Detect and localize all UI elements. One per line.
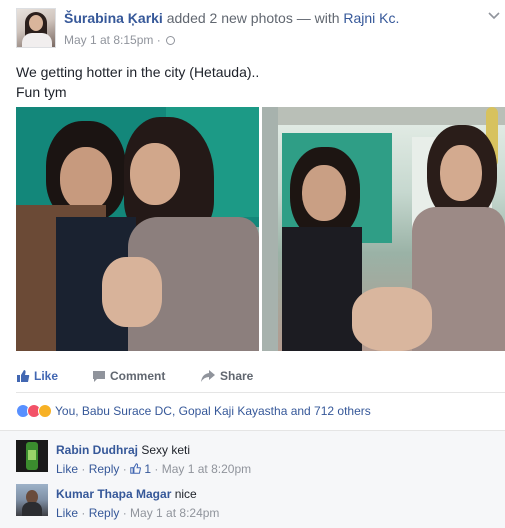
comment-2-actions: Like · Reply · May 1 at 8:24pm <box>56 506 220 520</box>
post-header: Šurabina Ķarki added 2 new photos — with… <box>64 10 399 26</box>
comment-1: Rabin Dudhraj Sexy keti <box>56 443 190 457</box>
comment-time[interactable]: May 1 at 8:24pm <box>130 506 219 520</box>
globe-icon[interactable] <box>166 36 176 45</box>
photo-2[interactable] <box>262 107 505 351</box>
post-meta: May 1 at 8:15pm · <box>64 33 176 47</box>
like-label: Like <box>34 369 59 383</box>
comment-avatar[interactable] <box>16 484 48 516</box>
share-icon <box>201 370 215 382</box>
photo-1[interactable] <box>16 107 259 351</box>
post-text-line-2: Fun tym <box>16 84 67 100</box>
comment-author-link[interactable]: Kumar Thapa Magar <box>56 487 171 501</box>
like-button[interactable]: Like <box>16 369 58 383</box>
post-text-line-1: We getting hotter in the city (Hetauda).… <box>16 64 260 80</box>
comment-like-link[interactable]: Like <box>56 506 78 520</box>
comment-text: nice <box>174 487 197 501</box>
comment-reply-link[interactable]: Reply <box>89 462 120 476</box>
post-timestamp[interactable]: May 1 at 8:15pm · <box>64 33 164 47</box>
tagged-friend-link[interactable]: Rajni Kc. <box>343 10 399 26</box>
comment-text: Sexy keti <box>141 443 191 457</box>
comment-time[interactable]: May 1 at 8:20pm <box>162 462 251 476</box>
post-action-bar: Like Comment Share <box>0 363 505 391</box>
comment-avatar[interactable] <box>16 440 48 472</box>
comment-button[interactable]: Comment <box>92 369 165 383</box>
comment-like-count[interactable]: 1 <box>144 462 151 476</box>
author-avatar[interactable] <box>16 8 56 48</box>
thumbs-up-icon <box>17 370 30 382</box>
comment-label: Comment <box>110 369 166 383</box>
share-label: Share <box>220 369 254 383</box>
comment-icon <box>93 371 105 382</box>
comment-like-link[interactable]: Like <box>56 462 78 476</box>
comment-1-actions: Like · Reply · 1 · May 1 at 8:20pm <box>56 462 252 476</box>
divider <box>16 392 505 393</box>
thumbs-up-icon <box>130 463 141 474</box>
chevron-down-icon[interactable] <box>487 8 501 22</box>
comment-2: Kumar Thapa Magar nice <box>56 487 197 501</box>
reactions-summary[interactable]: You, Babu Surace DC, Gopal Kaji Kayastha… <box>16 404 371 418</box>
feed-post: Šurabina Ķarki added 2 new photos — with… <box>0 0 505 528</box>
author-name-link[interactable]: Šurabina Ķarki <box>64 10 163 26</box>
post-text: We getting hotter in the city (Hetauda).… <box>16 62 259 102</box>
reactions-text: You, Babu Surace DC, Gopal Kaji Kayastha… <box>55 404 371 418</box>
comment-reply-link[interactable]: Reply <box>89 506 120 520</box>
post-action-text: added 2 new photos — with <box>162 10 344 26</box>
haha-icon <box>38 404 52 418</box>
comment-author-link[interactable]: Rabin Dudhraj <box>56 443 138 457</box>
share-button[interactable]: Share <box>200 369 253 383</box>
